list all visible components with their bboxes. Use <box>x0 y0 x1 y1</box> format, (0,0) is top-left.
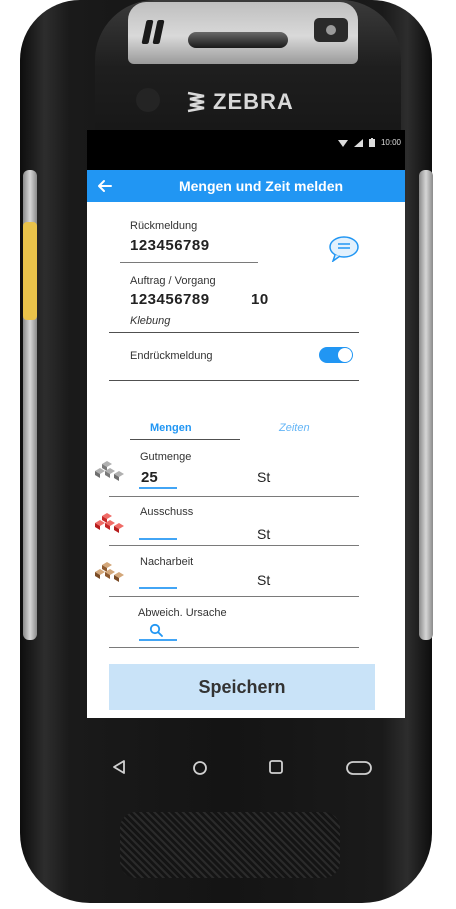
side-grip-left <box>23 170 37 640</box>
tab-indicator <box>130 439 240 440</box>
app-bar: Mengen und Zeit melden <box>87 170 405 202</box>
divider <box>109 647 359 648</box>
divider <box>109 545 359 546</box>
gutmenge-underline <box>139 487 177 489</box>
auftrag-operation: 10 <box>251 291 269 308</box>
wifi-icon <box>337 139 348 147</box>
red-bars-icon <box>95 513 124 533</box>
back-arrow-icon[interactable] <box>95 176 115 196</box>
ausschuss-unit: St <box>257 526 271 542</box>
signal-icon <box>353 138 363 147</box>
speaker-grille <box>120 812 340 878</box>
battery-icon <box>368 138 375 147</box>
divider <box>120 262 258 263</box>
recents-nav-icon[interactable] <box>268 759 284 775</box>
toggle-knob <box>338 348 352 362</box>
gutmenge-input[interactable]: 25 <box>141 469 158 486</box>
rueckmeldung-value[interactable]: 123456789 <box>130 237 210 254</box>
divider <box>109 496 359 497</box>
endrueckmeldung-toggle[interactable] <box>319 347 353 363</box>
divider <box>109 332 359 333</box>
ausschuss-label: Ausschuss <box>140 506 194 518</box>
device-top-tab <box>128 2 358 64</box>
abweichung-label: Abweich. Ursache <box>138 607 227 619</box>
endrueckmeldung-label: Endrückmeldung <box>130 350 213 362</box>
gutmenge-label: Gutmenge <box>140 451 192 463</box>
nacharbeit-label: Nacharbeit <box>140 556 194 568</box>
status-bar: 10:00 <box>87 130 405 170</box>
scan-button[interactable] <box>23 222 37 320</box>
auftrag-label: Auftrag / Vorgang <box>130 275 216 287</box>
zebra-logo-icon <box>187 91 205 113</box>
home-nav-icon[interactable] <box>192 760 208 776</box>
gutmenge-unit: St <box>257 469 271 485</box>
save-button[interactable]: Speichern <box>109 664 375 710</box>
device-grip-icon <box>141 20 166 44</box>
gray-bars-icon <box>95 461 124 481</box>
brown-bars-icon <box>95 562 124 582</box>
front-camera-icon <box>136 88 160 112</box>
rueckmeldung-label: Rückmeldung <box>130 220 198 232</box>
menu-nav-icon[interactable] <box>346 761 372 775</box>
search-icon[interactable] <box>149 623 163 637</box>
rear-camera-icon <box>314 18 348 42</box>
comment-icon[interactable] <box>327 234 361 262</box>
nacharbeit-underline <box>139 587 177 589</box>
device-slot <box>188 32 288 48</box>
brand-text: ZEBRA <box>213 89 294 114</box>
nacharbeit-unit: St <box>257 572 271 588</box>
form-area: Rückmeldung 123456789 Auftrag / Vorgang … <box>87 202 405 718</box>
tab-zeiten[interactable]: Zeiten <box>279 422 310 434</box>
status-time: 10:00 <box>380 138 401 147</box>
side-grip-right <box>419 170 433 640</box>
abweichung-underline <box>139 639 177 641</box>
auftrag-order: 123456789 <box>130 291 210 308</box>
tab-mengen[interactable]: Mengen <box>150 422 192 434</box>
divider <box>109 596 359 597</box>
ausschuss-underline <box>139 538 177 540</box>
divider <box>109 380 359 381</box>
back-nav-icon[interactable] <box>111 759 127 775</box>
page-title: Mengen und Zeit melden <box>178 178 344 194</box>
auftrag-description: Klebung <box>130 315 171 327</box>
navigation-bar <box>0 718 456 818</box>
brand-logo: ZEBRA <box>185 88 294 116</box>
